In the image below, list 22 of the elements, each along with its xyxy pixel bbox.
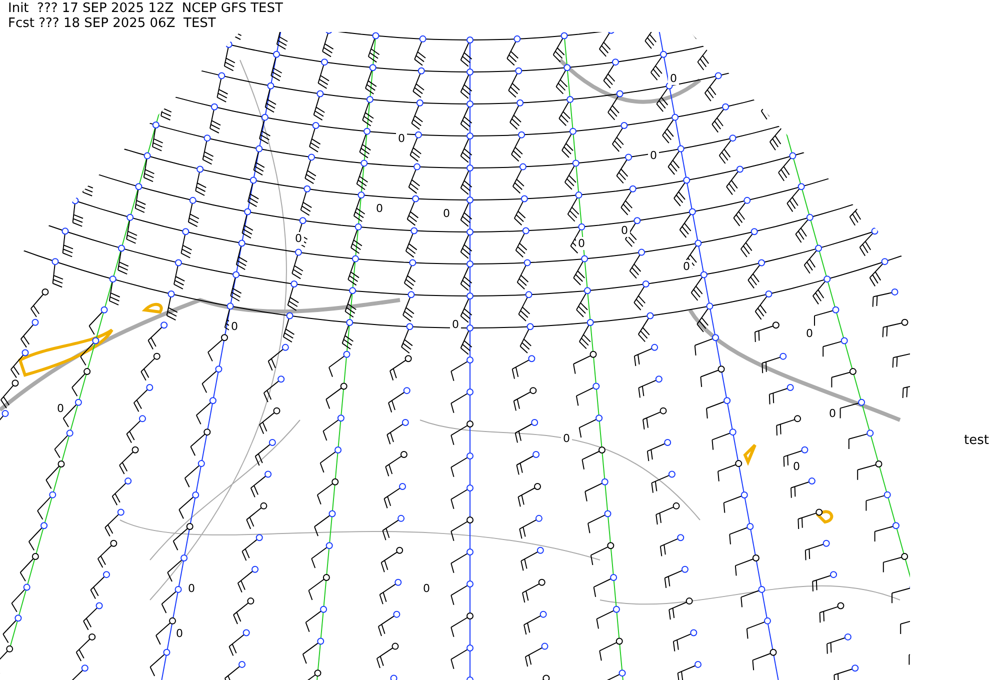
- contour-label: 0: [648, 149, 659, 162]
- contour-label: 0: [229, 320, 240, 333]
- contour-label: 0: [561, 432, 572, 445]
- contour-label: 0: [421, 582, 432, 595]
- contour-label: 0: [174, 627, 185, 640]
- contour-label: 0: [681, 260, 692, 273]
- contour-label: 0: [396, 132, 407, 145]
- init-time-title: Init ??? 17 SEP 2025 12Z NCEP GFS TEST: [8, 1, 283, 16]
- contour-label: 0: [804, 327, 815, 340]
- contour-label: 0: [293, 232, 304, 245]
- contour-label: 0: [374, 202, 385, 215]
- contour-label: 0: [576, 237, 587, 250]
- forecast-time-title: Fcst ??? 18 SEP 2025 06Z TEST: [8, 16, 217, 31]
- contour-label: 0: [791, 460, 802, 473]
- map-label: test: [964, 433, 989, 448]
- contour-label: 0: [619, 224, 630, 237]
- contour-label: 0: [55, 402, 66, 415]
- contour-label: 0: [827, 407, 838, 420]
- contour-label: 0: [450, 318, 461, 331]
- contour-label: 0: [441, 207, 452, 220]
- contour-label: 0: [186, 582, 197, 595]
- contour-label: 0: [668, 72, 679, 85]
